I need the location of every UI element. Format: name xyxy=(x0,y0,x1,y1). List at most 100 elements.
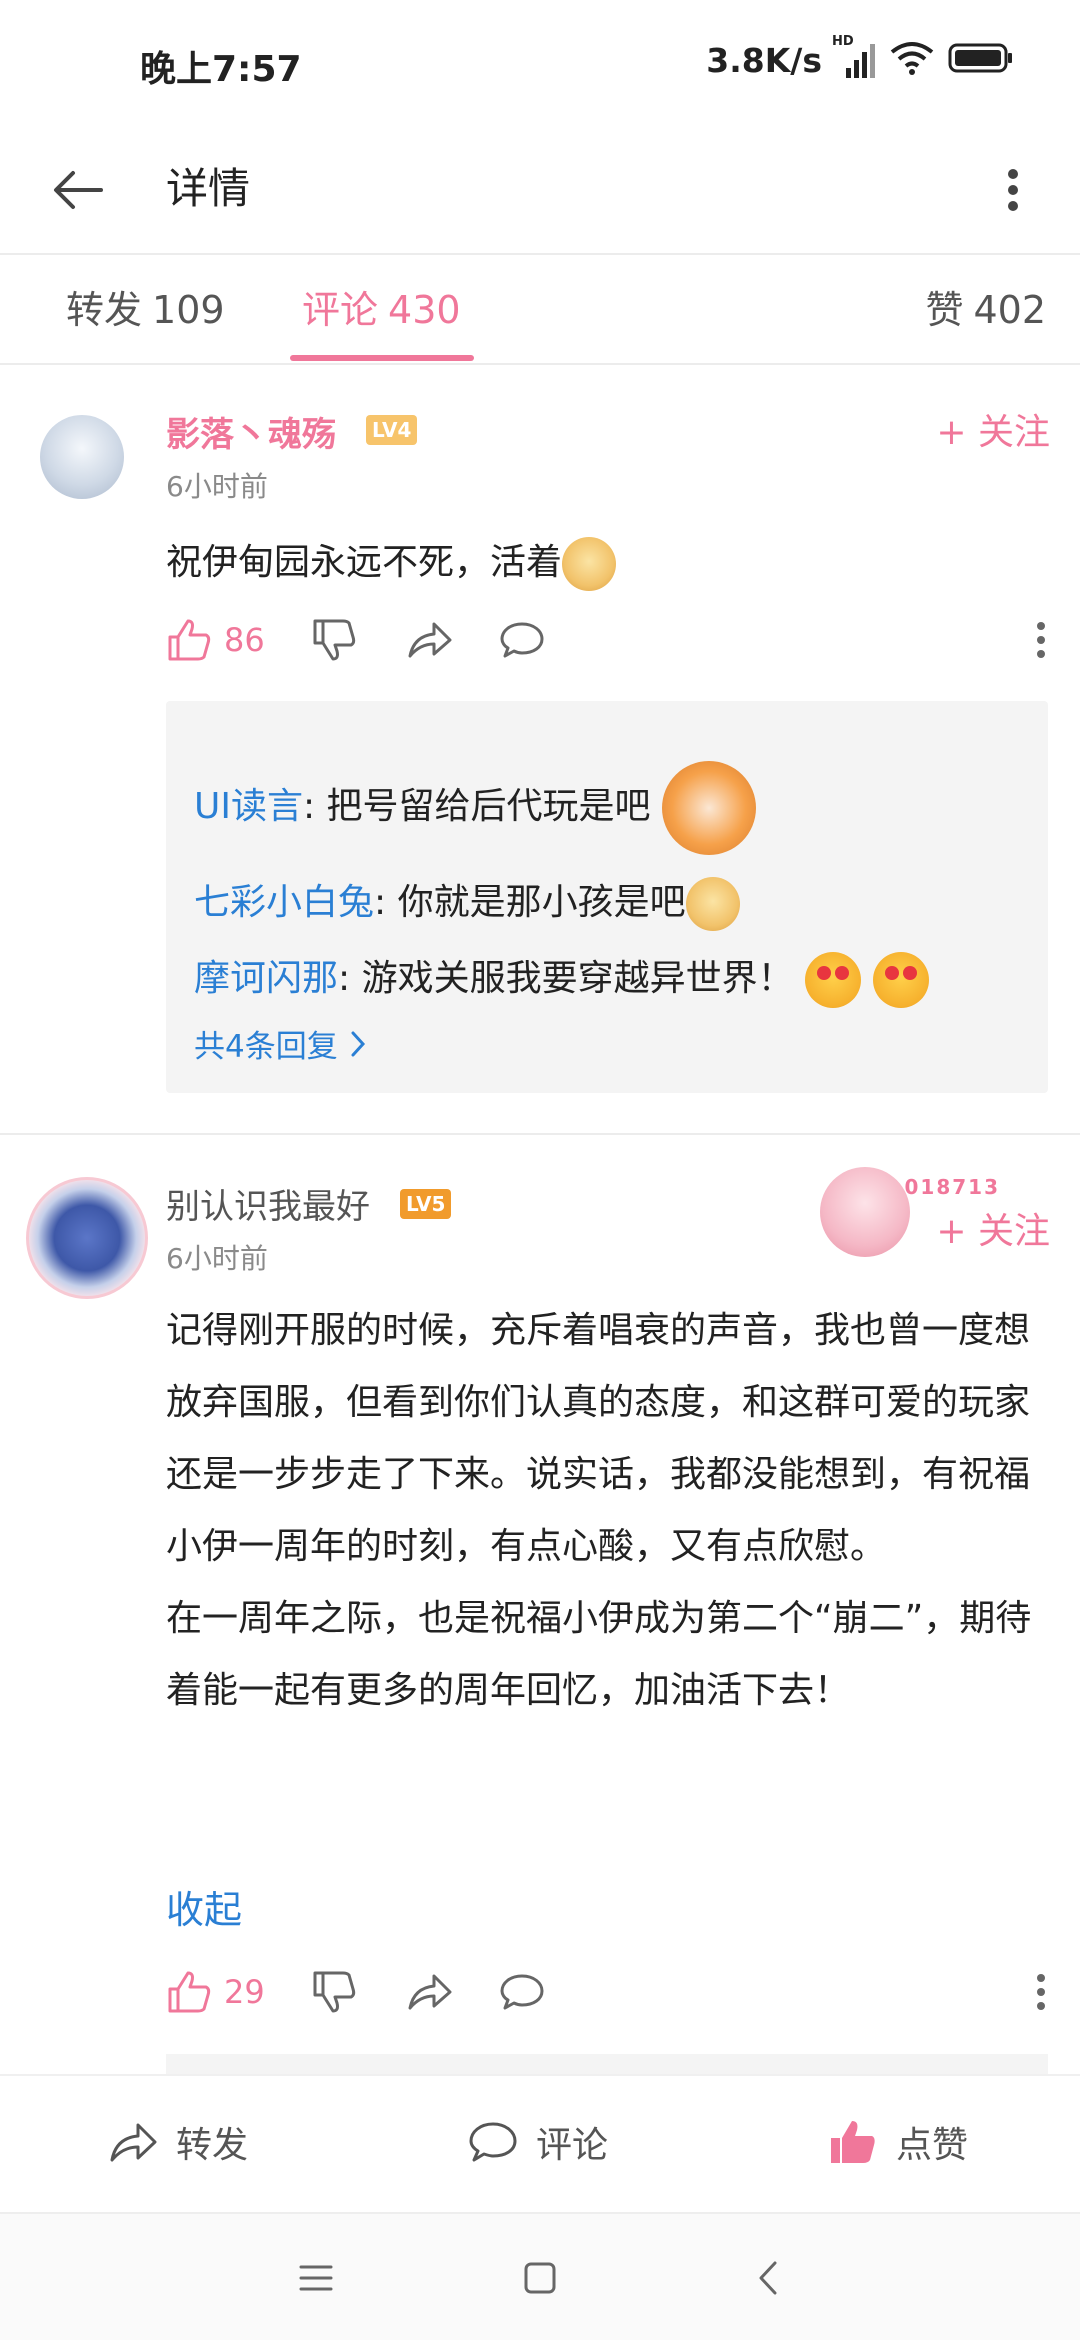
doge-emoji-icon xyxy=(685,877,740,931)
reply-text: : 你就是那小孩是吧 xyxy=(374,882,686,923)
share-button[interactable] xyxy=(406,610,452,670)
net-speed: 3.8K/s xyxy=(706,40,822,80)
comment-actions: 86 xyxy=(166,610,1046,670)
detail-page: 晚上7:57 3.8K/s HD 详情 转发 109 评论 430 赞 402 … xyxy=(0,0,1080,2340)
level-badge: LV5 xyxy=(400,1189,452,1219)
like-post-button[interactable]: 点赞 xyxy=(828,2110,968,2174)
like-count: 86 xyxy=(224,621,265,659)
share-icon xyxy=(110,2123,157,2162)
hd-label: HD xyxy=(832,34,854,49)
share-icon xyxy=(408,1974,452,2010)
signal-icon: HD xyxy=(832,34,876,80)
comment-text: 祝伊甸园永远不死，活着 xyxy=(166,533,617,591)
reply-user-name[interactable]: 七彩小白兔 xyxy=(194,882,374,923)
comment-item: 别认识我最好 LV5 6小时前 018713 + 关注 记得刚开服的时候，充斥着… xyxy=(0,1137,1080,2094)
menu-icon xyxy=(299,2265,333,2291)
title-bar: 详情 xyxy=(0,125,1080,255)
thumbs-down-icon xyxy=(313,1971,356,2013)
comment-item: 影落丶魂殇 LV4 6小时前 + 关注 祝伊甸园永远不死，活着 86 UI读言:… xyxy=(0,365,1080,1135)
dislike-button[interactable] xyxy=(311,1962,357,2022)
comment-text-body: 祝伊甸园永远不死，活着 xyxy=(166,542,563,583)
like-count: 29 xyxy=(224,1973,265,2011)
heart-eyes-emoji-icon xyxy=(872,952,929,1008)
user-name[interactable]: 影落丶魂殇 xyxy=(166,407,336,456)
share-icon xyxy=(408,622,452,658)
reply-item[interactable]: UI读言: 把号留给后代玩是吧 xyxy=(194,761,756,855)
collapse-link[interactable]: 收起 xyxy=(166,1879,242,1934)
back-button[interactable] xyxy=(40,153,114,227)
reply-button[interactable] xyxy=(499,1962,545,2022)
page-title: 详情 xyxy=(166,164,251,213)
more-vertical-icon xyxy=(1037,622,1045,658)
comment-bubble-icon xyxy=(500,1974,544,2010)
tab-comment-count: 430 xyxy=(388,288,461,332)
fan-number: 018713 xyxy=(904,1175,1000,1199)
reply-user-name[interactable]: 摩诃闪那 xyxy=(194,958,338,999)
share-button[interactable] xyxy=(406,1962,452,2022)
dislike-button[interactable] xyxy=(311,610,357,670)
like-button[interactable]: 29 xyxy=(166,1962,265,2022)
thumbs-down-icon xyxy=(313,619,356,661)
thumbs-up-icon xyxy=(831,2121,875,2163)
bottom-action-bar: 转发 评论 点赞 xyxy=(0,2074,1080,2210)
status-indicators: 3.8K/s HD xyxy=(706,34,1014,82)
comment-time: 6小时前 xyxy=(166,1242,268,1275)
more-button[interactable] xyxy=(976,153,1050,227)
reply-preview-box[interactable]: UI读言: 把号留给后代玩是吧 七彩小白兔: 你就是那小孩是吧 摩诃闪那: 游戏… xyxy=(166,701,1048,1093)
comment-button[interactable]: 评论 xyxy=(468,2110,608,2174)
reply-text: : 把号留给后代玩是吧 xyxy=(302,786,651,827)
avatar[interactable] xyxy=(40,415,124,499)
avatar[interactable] xyxy=(26,1177,148,1299)
chevron-right-icon xyxy=(351,1031,365,1056)
user-name[interactable]: 别认识我最好 xyxy=(166,1179,370,1228)
reply-user-name[interactable]: UI读言 xyxy=(194,786,303,827)
tab-like[interactable]: 赞 402 xyxy=(925,279,1046,334)
comment-label: 评论 xyxy=(536,2125,609,2166)
system-nav-bar xyxy=(0,2212,1080,2340)
comment-time: 6小时前 xyxy=(166,470,268,503)
reply-item[interactable]: 摩诃闪那: 游戏关服我要穿越异世界！ xyxy=(194,949,929,1008)
system-back-button[interactable] xyxy=(736,2246,800,2310)
comment-bubble-icon xyxy=(469,2122,517,2162)
tab-repost[interactable]: 转发 109 xyxy=(66,279,225,334)
tab-repost-count: 109 xyxy=(152,288,225,332)
active-tab-indicator xyxy=(290,355,474,361)
square-icon xyxy=(524,2262,556,2294)
chevron-left-icon xyxy=(759,2261,777,2295)
reply-text: : 游戏关服我要穿越异世界！ xyxy=(338,958,794,999)
comment-more-button[interactable] xyxy=(1036,610,1046,670)
tiger-emoji-icon xyxy=(662,761,756,855)
more-replies-link[interactable]: 共4条回复 xyxy=(194,1021,366,1066)
fan-badge-avatar xyxy=(820,1167,910,1257)
status-bar: 晚上7:57 3.8K/s HD xyxy=(0,0,1080,125)
home-button[interactable] xyxy=(508,2246,572,2310)
tab-like-count: 402 xyxy=(973,288,1046,332)
repost-button[interactable]: 转发 xyxy=(108,2110,248,2174)
status-time: 晚上7:57 xyxy=(140,49,302,90)
repost-label: 转发 xyxy=(176,2125,249,2166)
thumbs-up-icon xyxy=(168,1971,211,2013)
follow-button[interactable]: + 关注 xyxy=(936,1202,1050,1254)
thumbs-up-icon xyxy=(168,619,211,661)
comment-more-button[interactable] xyxy=(1036,1962,1046,2022)
reply-item[interactable]: 七彩小白兔: 你就是那小孩是吧 xyxy=(194,873,740,931)
more-vertical-icon xyxy=(1037,1974,1045,2010)
detail-tabs: 转发 109 评论 430 赞 402 xyxy=(0,257,1080,365)
level-badge: LV4 xyxy=(366,415,418,445)
tab-comment[interactable]: 评论 430 xyxy=(302,279,461,334)
follow-button[interactable]: + 关注 xyxy=(936,403,1050,455)
reply-button[interactable] xyxy=(499,610,545,670)
heart-eyes-emoji-icon xyxy=(805,952,862,1008)
like-label: 点赞 xyxy=(896,2125,969,2166)
tab-comment-label: 评论 xyxy=(302,288,379,332)
recent-apps-button[interactable] xyxy=(284,2246,348,2310)
more-replies-label: 共4条回复 xyxy=(194,1029,338,1065)
tab-repost-label: 转发 xyxy=(66,288,143,332)
comment-text: 记得刚开服的时候，充斥着唱衰的声音，我也曾一度想放弃国服，但看到你们认真的态度，… xyxy=(166,1310,1032,1711)
battery-icon xyxy=(948,42,1014,78)
doge-emoji-icon xyxy=(562,537,617,591)
tab-like-label: 赞 xyxy=(925,288,964,332)
wifi-icon xyxy=(890,40,934,80)
like-button[interactable]: 86 xyxy=(166,610,265,670)
comment-actions: 29 xyxy=(166,1962,1046,2022)
